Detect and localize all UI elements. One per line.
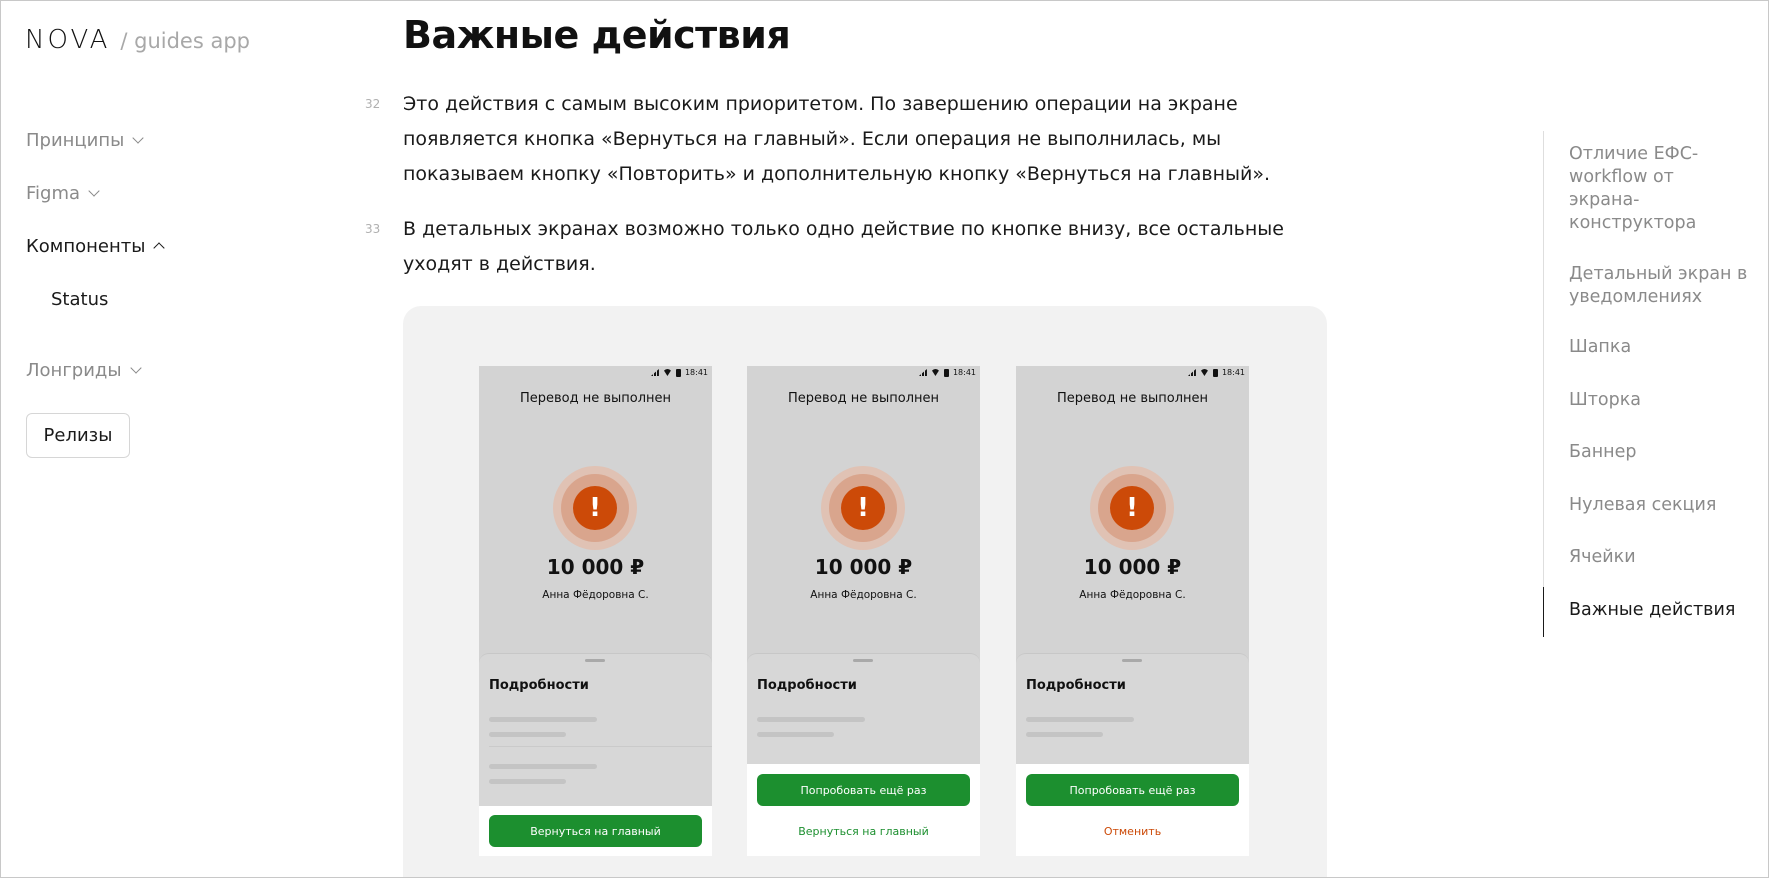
signal-icon: [650, 369, 659, 376]
wifi-icon: [662, 369, 672, 376]
sheet-title: Подробности: [1026, 678, 1126, 693]
error-icon: !: [841, 486, 885, 530]
back-to-main-link[interactable]: Вернуться на главный: [747, 825, 980, 838]
divider: [489, 746, 712, 747]
screen-title: Перевод не выполнен: [1056, 391, 1209, 406]
status-bar: 18:41: [1187, 368, 1245, 377]
skeleton-line: [1026, 732, 1103, 737]
page-title: Важные действия: [403, 13, 791, 57]
paragraph: В детальных экранах возможно только одно…: [403, 218, 1284, 275]
nav-subitem-status[interactable]: Status: [26, 286, 108, 312]
logo-brand: NOVA: [25, 25, 111, 55]
skeleton-line: [757, 732, 834, 737]
logo[interactable]: NOVA / guides app: [25, 25, 250, 55]
skeleton-line: [1026, 717, 1134, 722]
skeleton-line: [489, 732, 566, 737]
chevron-down-icon: [132, 131, 145, 144]
battery-icon: [943, 368, 949, 377]
signal-icon: [918, 369, 927, 376]
nav-subitem-label: Status: [51, 288, 109, 310]
toc-item[interactable]: Нулевая секция: [1569, 494, 1749, 517]
nav-item-label: Figma: [26, 182, 81, 204]
nav-item-components[interactable]: Компоненты: [26, 233, 166, 259]
releases-button[interactable]: Релизы: [26, 413, 130, 458]
skeleton-line: [489, 717, 597, 722]
skeleton-line: [757, 717, 865, 722]
back-to-main-button[interactable]: Вернуться на главный: [489, 815, 702, 847]
recipient-name: Анна Фёдоровна С.: [542, 589, 649, 601]
error-icon: !: [573, 486, 617, 530]
status-time: 18:41: [952, 368, 976, 377]
nav-item-label: Принципы: [26, 129, 125, 151]
sheet-handle[interactable]: [1122, 659, 1142, 662]
chevron-down-icon: [129, 361, 142, 374]
battery-icon: [675, 368, 681, 377]
actions-panel: Попробовать ещё раз Отменить: [1016, 764, 1249, 856]
sheet-handle[interactable]: [585, 659, 605, 662]
nav-item-longreads[interactable]: Лонгриды: [26, 357, 142, 383]
wifi-icon: [930, 369, 940, 376]
status-bar: 18:41: [650, 368, 708, 377]
chevron-down-icon: [88, 184, 100, 197]
wifi-icon: [1199, 369, 1209, 376]
toc-item[interactable]: Ячейки: [1569, 546, 1749, 569]
amount: 10 000 ₽: [546, 555, 645, 579]
status-bar: 18:41: [918, 368, 976, 377]
phone-mockup: 18:41 Перевод не выполнен ! 10 000 ₽ Анн…: [479, 366, 712, 856]
paragraph: Это действия с самым высоким приоритетом…: [403, 93, 1271, 185]
nav-item-principles[interactable]: Принципы: [26, 127, 145, 153]
sheet-handle[interactable]: [853, 659, 873, 662]
app-frame: NOVA / guides app Принципы Figma Компоне…: [0, 0, 1769, 878]
error-icon: !: [1110, 486, 1154, 530]
actions-panel: Попробовать ещё раз Вернуться на главный: [747, 764, 980, 856]
paragraph-number: 32: [365, 97, 381, 111]
toc-item[interactable]: Шапка: [1569, 336, 1749, 359]
status-time: 18:41: [684, 368, 708, 377]
cancel-link[interactable]: Отменить: [1016, 825, 1249, 838]
screen-title: Перевод не выполнен: [787, 391, 940, 406]
signal-icon: [1187, 369, 1196, 376]
nav-item-label: Компоненты: [26, 235, 146, 257]
sheet-title: Подробности: [757, 678, 857, 693]
toc-item-active[interactable]: Важные действия: [1569, 599, 1749, 622]
toc-item[interactable]: Отличие ЕФС-workflow от экрана-конструкт…: [1569, 143, 1749, 235]
amount: 10 000 ₽: [814, 555, 913, 579]
toc-item[interactable]: Детальный экран в уведомлениях: [1569, 263, 1749, 309]
recipient-name: Анна Фёдоровна С.: [810, 589, 917, 601]
phone-mockup: 18:41 Перевод не выполнен ! 10 000 ₽ Анн…: [1016, 366, 1249, 856]
status-time: 18:41: [1221, 368, 1245, 377]
amount: 10 000 ₽: [1083, 555, 1182, 579]
recipient-name: Анна Фёдоровна С.: [1079, 589, 1186, 601]
phone-mockup: 18:41 Перевод не выполнен ! 10 000 ₽ Анн…: [747, 366, 980, 856]
toc-item[interactable]: Баннер: [1569, 441, 1749, 464]
screen-title: Перевод не выполнен: [519, 391, 672, 406]
paragraph-number: 33: [365, 222, 381, 236]
logo-subtitle: / guides app: [120, 29, 250, 53]
toc-active-marker: [1543, 587, 1544, 637]
retry-button[interactable]: Попробовать ещё раз: [757, 774, 970, 806]
battery-icon: [1212, 368, 1218, 377]
skeleton-line: [489, 779, 566, 784]
toc-item[interactable]: Шторка: [1569, 389, 1749, 412]
actions-panel: Вернуться на главный: [479, 806, 712, 856]
table-of-contents: Отличие ЕФС-workflow от экрана-конструкт…: [1543, 131, 1747, 637]
nav-item-label: Лонгриды: [26, 359, 122, 381]
retry-button[interactable]: Попробовать ещё раз: [1026, 774, 1239, 806]
skeleton-line: [489, 764, 597, 769]
nav-item-figma[interactable]: Figma: [26, 180, 100, 206]
chevron-up-icon: [153, 242, 166, 254]
sheet-title: Подробности: [489, 678, 589, 693]
